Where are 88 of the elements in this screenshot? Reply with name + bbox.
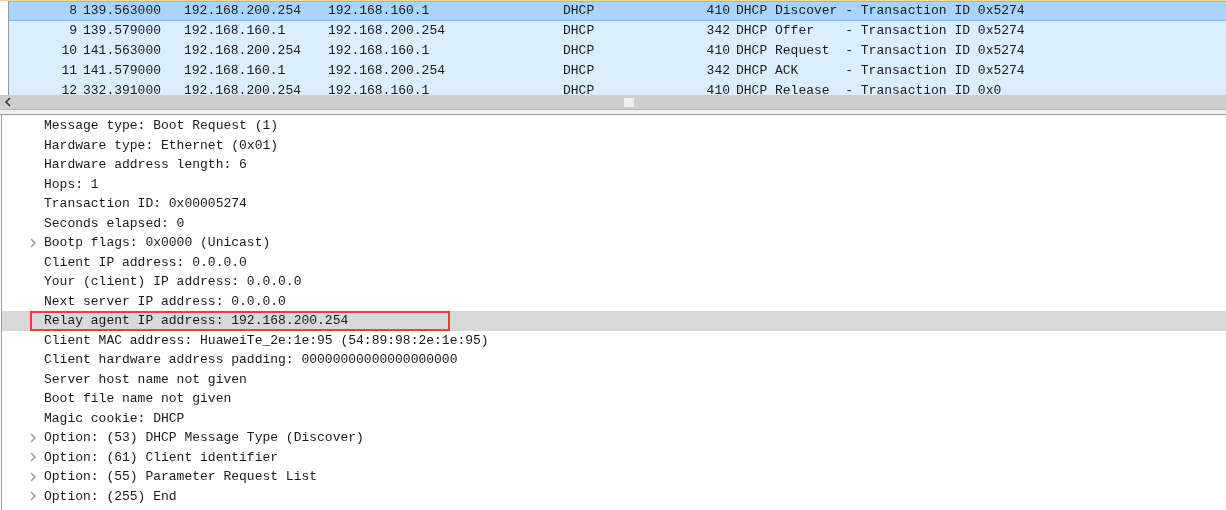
packet-number: 11 [60,62,77,80]
detail-text: Transaction ID: 0x00005274 [44,195,247,214]
packet-time: 139.563000 [83,2,162,20]
packet-time: 332.391000 [83,82,162,95]
packet-length: 342 [705,62,730,80]
detail-row[interactable]: Boot file name not given [2,389,1226,409]
horizontal-scrollbar[interactable] [0,95,1226,110]
detail-text: Client MAC address: HuaweiTe_2e:1e:95 (54:89:98:2e:1e:95) [44,331,489,350]
packet-row[interactable]: 12 332.391000 192.168.200.254 192.168.160.1 DHCP 410 DHCP Release - Transaction ID 0x0 [9,81,1226,95]
detail-row[interactable]: Relay agent IP address: 192.168.200.254 [2,311,1226,331]
detail-row[interactable]: Client MAC address: HuaweiTe_2e:1e:95 (54:89:98:2e:1e:95) [2,330,1226,350]
packet-protocol: DHCP [563,42,596,60]
packet-destination: 192.168.160.1 [328,82,431,95]
detail-row[interactable]: Option: (255) End [2,486,1226,506]
detail-row[interactable]: Message type: Boot Request (1) [2,116,1226,136]
scrollbar-thumb[interactable] [624,98,634,107]
detail-text: Next server IP address: 0.0.0.0 [44,292,286,311]
chevron-right-icon[interactable] [30,452,36,463]
detail-row[interactable]: Option: (55) Parameter Request List [2,467,1226,487]
packet-info: DHCP Discover - Transaction ID 0x5274 [736,2,1025,20]
detail-text: Boot file name not given [44,390,232,409]
detail-row[interactable]: Client hardware address padding: 00000000000000000000 [2,350,1226,370]
detail-text: Magic cookie: DHCP [44,409,185,428]
packet-protocol: DHCP [563,82,596,95]
detail-text: Relay agent IP address: 192.168.200.254 [44,312,349,331]
packet-length: 410 [705,2,730,20]
packet-protocol: DHCP [563,62,596,80]
packet-number: 12 [60,82,77,95]
packet-source: 192.168.160.1 [184,22,287,40]
detail-text: Option: (255) End [44,487,177,506]
packet-destination: 192.168.160.1 [328,42,431,60]
detail-text: Seconds elapsed: 0 [44,214,185,233]
packet-info: DHCP Release - Transaction ID 0x0 [736,82,1002,95]
packet-time: 141.563000 [83,42,162,60]
packet-time: 139.579000 [83,22,162,40]
detail-row[interactable]: Your (client) IP address: 0.0.0.0 [2,272,1226,292]
detail-row[interactable]: Hardware address length: 6 [2,155,1226,175]
packet-row[interactable]: 8 139.563000 192.168.200.254 192.168.160.1 DHCP 410 DHCP Discover - Transaction ID 0x5274 [9,1,1226,21]
detail-row[interactable]: Next server IP address: 0.0.0.0 [2,291,1226,311]
packet-source: 192.168.200.254 [184,42,303,60]
packet-protocol: DHCP [563,22,596,40]
detail-text: Your (client) IP address: 0.0.0.0 [44,273,302,292]
packet-destination: 192.168.200.254 [328,22,447,40]
packet-row[interactable]: 11 141.579000 192.168.160.1 192.168.200.254 DHCP 342 DHCP ACK - Transaction ID 0x5274 [9,61,1226,81]
packet-time: 141.579000 [83,62,162,80]
packet-row[interactable]: 10 141.563000 192.168.200.254 192.168.160.1 DHCP 410 DHCP Request - Transaction ID 0x5274 [9,41,1226,61]
packet-info: DHCP Offer - Transaction ID 0x5274 [736,22,1025,40]
packet-length: 410 [705,82,730,95]
packet-number: 9 [68,22,77,40]
chevron-right-icon[interactable] [30,237,36,248]
detail-text: Server host name not given [44,370,247,389]
detail-text: Client hardware address padding: 00000000000000000000 [44,351,458,370]
detail-text: Hardware type: Ethernet (0x01) [44,136,279,155]
detail-text: Message type: Boot Request (1) [44,117,279,136]
packet-source: 192.168.160.1 [184,62,287,80]
detail-row[interactable]: Server host name not given [2,369,1226,389]
detail-row[interactable]: Option: (61) Client identifier [2,447,1226,467]
packet-info: DHCP ACK - Transaction ID 0x5274 [736,62,1025,80]
packet-length: 410 [705,42,730,60]
packet-info: DHCP Request - Transaction ID 0x5274 [736,42,1025,60]
detail-row[interactable]: Magic cookie: DHCP [2,408,1226,428]
chevron-right-icon[interactable] [30,432,36,443]
detail-row[interactable]: Client IP address: 0.0.0.0 [2,252,1226,272]
chevron-left-icon[interactable] [4,97,12,107]
detail-row[interactable]: Hops: 1 [2,174,1226,194]
detail-text: Option: (61) Client identifier [44,448,279,467]
packet-row[interactable]: 9 139.579000 192.168.160.1 192.168.200.254 DHCP 342 DHCP Offer - Transaction ID 0x5274 [9,21,1226,41]
packet-source: 192.168.200.254 [184,82,303,95]
detail-row[interactable]: Hardware type: Ethernet (0x01) [2,135,1226,155]
detail-text: Client IP address: 0.0.0.0 [44,253,247,272]
packet-length: 342 [705,22,730,40]
detail-row[interactable]: Bootp flags: 0x0000 (Unicast) [2,233,1226,253]
chevron-right-icon[interactable] [30,471,36,482]
packet-number: 8 [68,2,77,20]
packet-number: 10 [60,42,77,60]
packet-source: 192.168.200.254 [184,2,303,20]
detail-text: Hardware address length: 6 [44,156,247,175]
detail-text: Bootp flags: 0x0000 (Unicast) [44,234,271,253]
detail-row[interactable]: Option: (53) DHCP Message Type (Discover) [2,428,1226,448]
detail-text: Hops: 1 [44,175,99,194]
packet-destination: 192.168.160.1 [328,2,431,20]
detail-text: Option: (53) DHCP Message Type (Discover) [44,429,364,448]
chevron-right-icon[interactable] [30,491,36,502]
packet-destination: 192.168.200.254 [328,62,447,80]
detail-row[interactable]: Transaction ID: 0x00005274 [2,194,1226,214]
detail-row[interactable]: Seconds elapsed: 0 [2,213,1226,233]
detail-text: Option: (55) Parameter Request List [44,468,318,487]
packet-protocol: DHCP [563,2,596,20]
